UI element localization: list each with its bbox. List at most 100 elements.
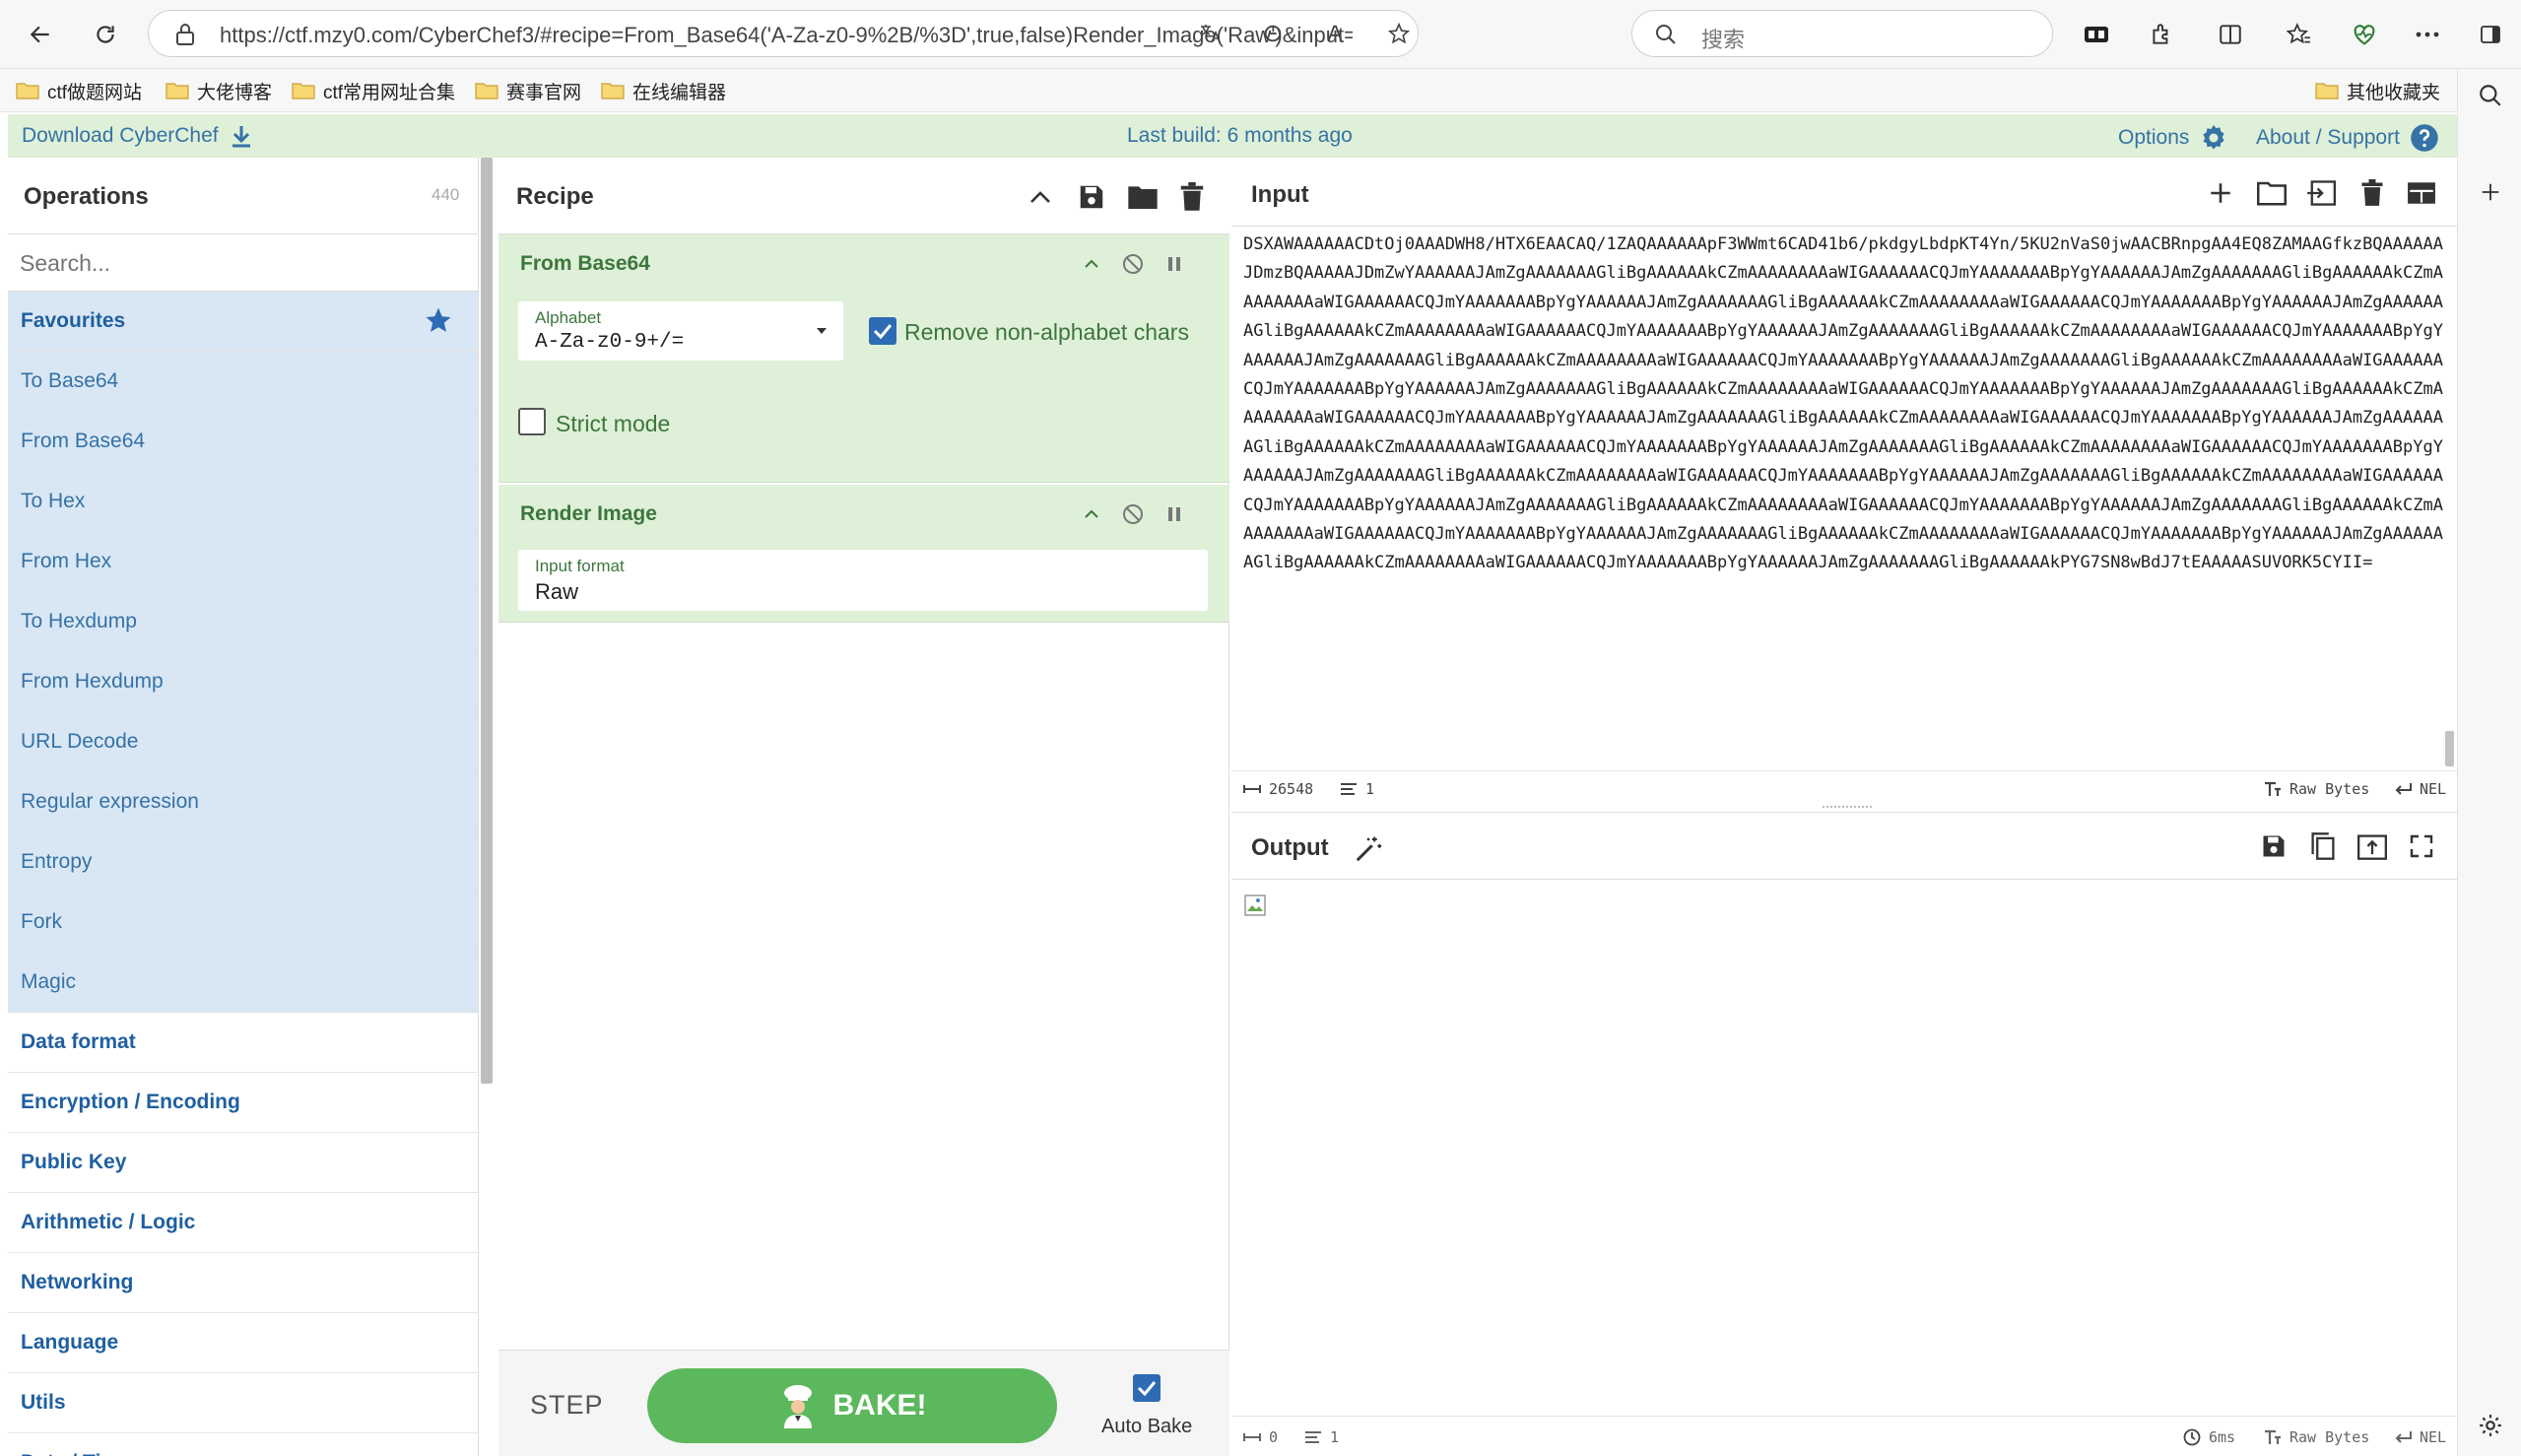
step-button[interactable]: STEP	[530, 1390, 604, 1421]
output-eol-button[interactable]: NEL	[2394, 1428, 2446, 1446]
add-input-tab-button[interactable]	[2201, 173, 2240, 213]
op-disable-button[interactable]	[1119, 250, 1147, 278]
input-eol-value: NEL	[2420, 780, 2447, 798]
remove-non-alphabet-checkbox[interactable]	[869, 317, 896, 345]
operation-to-hex[interactable]: To Hex	[8, 472, 478, 532]
address-bar[interactable]: https://ctf.mzy0.com/CyberChef3/#recipe=…	[148, 10, 1419, 57]
length-icon	[1243, 1433, 1261, 1441]
category-language[interactable]: Language	[8, 1313, 478, 1373]
back-button[interactable]	[20, 14, 61, 55]
folder-icon	[16, 83, 39, 99]
browser-essentials-button[interactable]	[2345, 15, 2384, 54]
refresh-sync-icon[interactable]	[1262, 23, 1284, 44]
category-public-key[interactable]: Public Key	[8, 1133, 478, 1193]
collapse-all-button[interactable]	[1021, 177, 1060, 217]
bookmarks-bar: ctf做题网站 大佬博客 ctf常用网址合集 赛事官网 在线编辑器 其他收藏夹	[0, 69, 2521, 112]
translate-icon[interactable]	[1199, 23, 1223, 44]
bake-button[interactable]: BAKE!	[647, 1368, 1057, 1443]
input-eol-button[interactable]: NEL	[2394, 780, 2446, 798]
operation-from-hex[interactable]: From Hex	[8, 532, 478, 592]
panel-resize-handle[interactable]	[1823, 806, 1872, 810]
recipe-header: Recipe	[498, 158, 1229, 234]
operations-panel: Operations 440 Favourites To Base64 From…	[8, 158, 479, 1456]
input-length-value: 26548	[1269, 780, 1314, 798]
clear-recipe-button[interactable]	[1172, 177, 1212, 217]
bookmark-ctf-links[interactable]: ctf常用网址合集	[292, 75, 455, 106]
move-to-input-icon	[2357, 834, 2387, 860]
bookmark-editors[interactable]: 在线编辑器	[601, 75, 726, 106]
browser-search-box[interactable]: 搜索	[1631, 10, 2053, 57]
clear-input-button[interactable]	[2353, 173, 2392, 213]
input-format-select[interactable]: Input format Raw	[518, 550, 1208, 611]
input-scrollbar[interactable]	[2445, 731, 2454, 766]
op-collapse-button[interactable]	[1078, 500, 1105, 528]
split-screen-button[interactable]	[2211, 15, 2250, 54]
input-encoding-button[interactable]: Raw Bytes	[2264, 780, 2369, 798]
operation-magic[interactable]: Magic	[8, 953, 478, 1013]
more-menu-button[interactable]	[2408, 15, 2447, 54]
operation-from-hexdump[interactable]: From Hexdump	[8, 652, 478, 712]
read-aloud-icon[interactable]	[1325, 23, 1347, 44]
caret-down-icon	[817, 328, 827, 334]
star-outline-icon[interactable]	[1388, 23, 1410, 44]
category-favourites[interactable]: Favourites	[8, 292, 478, 352]
save-output-button[interactable]	[2254, 827, 2293, 866]
reader-mode-button[interactable]	[2077, 15, 2116, 54]
recipe-op-render-image[interactable]: Render Image Input format Raw	[498, 485, 1229, 623]
op-disable-button[interactable]	[1119, 500, 1147, 528]
operation-to-hexdump[interactable]: To Hexdump	[8, 592, 478, 652]
maximise-output-button[interactable]	[2402, 827, 2441, 866]
operations-search-input[interactable]	[20, 246, 453, 280]
reload-button[interactable]	[85, 14, 126, 55]
category-data-format[interactable]: Data format	[8, 1013, 478, 1073]
options-link[interactable]: Options	[2118, 123, 2228, 153]
op-breakpoint-button[interactable]	[1161, 250, 1188, 278]
favorites-button[interactable]	[2280, 15, 2319, 54]
save-recipe-button[interactable]	[1072, 177, 1111, 217]
bookmark-label: 其他收藏夹	[2347, 82, 2441, 103]
reset-layout-button[interactable]	[2402, 173, 2441, 213]
bookmark-other[interactable]: 其他收藏夹	[2315, 75, 2440, 106]
open-file-button[interactable]	[2301, 173, 2341, 213]
plus-icon[interactable]	[2480, 181, 2501, 203]
category-encryption-encoding[interactable]: Encryption / Encoding	[8, 1073, 478, 1133]
folder-icon	[166, 83, 189, 99]
recipe-op-from-base64[interactable]: From Base64 Alphabet A-Za-z0-9+/= Remove…	[498, 234, 1229, 483]
folder-icon	[292, 83, 315, 99]
copilot-sidebar-button[interactable]	[2471, 15, 2510, 54]
about-support-link[interactable]: About / Support	[2256, 123, 2439, 153]
auto-bake-checkbox[interactable]	[1133, 1374, 1161, 1402]
operation-from-base64[interactable]: From Base64	[8, 412, 478, 472]
extensions-button[interactable]	[2142, 15, 2181, 54]
op-collapse-button[interactable]	[1078, 250, 1105, 278]
back-arrow-icon	[30, 26, 49, 43]
address-url[interactable]: https://ctf.mzy0.com/CyberChef3/#recipe=…	[220, 23, 1353, 48]
search-icon[interactable]	[2478, 83, 2503, 108]
bookmark-ctf-sites[interactable]: ctf做题网站	[16, 75, 142, 106]
strict-mode-checkbox[interactable]	[518, 408, 546, 435]
operation-regular-expression[interactable]: Regular expression	[8, 772, 478, 832]
category-networking[interactable]: Networking	[8, 1253, 478, 1313]
bookmark-blogs[interactable]: 大佬博客	[166, 75, 272, 106]
bookmark-events[interactable]: 赛事官网	[475, 75, 581, 106]
category-arithmetic-logic[interactable]: Arithmetic / Logic	[8, 1193, 478, 1253]
input-panel: Input DSXAWAAAAAACDtOj0AAADWH8/HTX6EAACA…	[1231, 158, 2457, 806]
operation-url-decode[interactable]: URL Decode	[8, 712, 478, 772]
gear-icon[interactable]	[2478, 1413, 2503, 1438]
operation-to-base64[interactable]: To Base64	[8, 352, 478, 412]
download-cyberchef-link[interactable]: Download CyberChef	[22, 124, 252, 148]
load-recipe-button[interactable]	[1123, 177, 1162, 217]
alphabet-select[interactable]: Alphabet A-Za-z0-9+/=	[518, 301, 843, 361]
magic-wand-icon[interactable]	[1354, 834, 1383, 864]
category-date-time[interactable]: Date / Time	[8, 1433, 478, 1456]
category-utils[interactable]: Utils	[8, 1373, 478, 1433]
operations-scrollbar[interactable]	[481, 158, 493, 1084]
copy-output-button[interactable]	[2303, 827, 2343, 866]
op-breakpoint-button[interactable]	[1161, 500, 1188, 528]
operation-fork[interactable]: Fork	[8, 893, 478, 953]
input-textarea[interactable]: DSXAWAAAAAACDtOj0AAADWH8/HTX6EAACAQ/1ZAQ…	[1243, 231, 2447, 762]
open-folder-button[interactable]	[2252, 173, 2291, 213]
replace-input-button[interactable]	[2353, 827, 2392, 866]
output-encoding-button[interactable]: Raw Bytes	[2264, 1428, 2369, 1446]
operation-entropy[interactable]: Entropy	[8, 832, 478, 893]
